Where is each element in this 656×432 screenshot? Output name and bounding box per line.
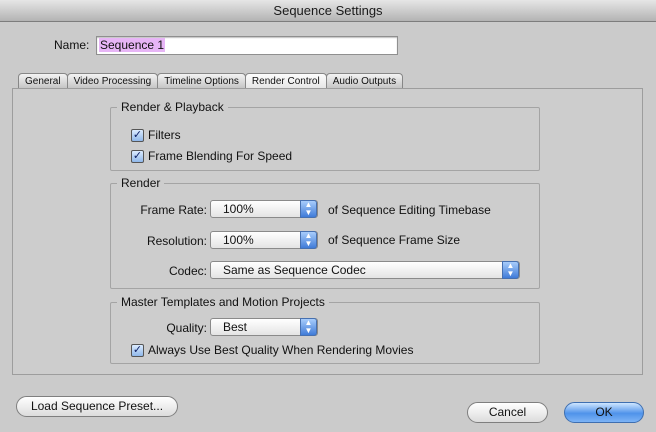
name-field[interactable]: Sequence 1 <box>96 36 398 55</box>
quality-value: Best <box>223 320 248 334</box>
render-playback-title: Render & Playback <box>117 100 228 114</box>
tab-timeline-options[interactable]: Timeline Options <box>157 73 246 89</box>
always-best-quality-checkbox[interactable]: ✓ Always Use Best Quality When Rendering… <box>131 343 413 357</box>
always-best-quality-label: Always Use Best Quality When Rendering M… <box>148 343 414 357</box>
cancel-button[interactable]: Cancel <box>467 402 548 423</box>
window-title: Sequence Settings <box>0 0 656 22</box>
frame-rate-label: Frame Rate: <box>140 203 207 217</box>
resolution-value: 100% <box>223 233 254 247</box>
load-sequence-preset-button[interactable]: Load Sequence Preset... <box>16 396 178 417</box>
codec-popup[interactable]: Same as Sequence Codec ▲ ▼ <box>210 261 520 279</box>
quality-label: Quality: <box>166 321 207 335</box>
filters-label: Filters <box>148 128 181 142</box>
updown-arrows-icon: ▲ ▼ <box>502 261 519 279</box>
updown-arrows-icon: ▲ ▼ <box>300 318 317 336</box>
resolution-label: Resolution: <box>146 234 207 248</box>
render-title: Render <box>117 176 165 190</box>
render-group: Render Frame Rate: 100% ▲ ▼ of Sequence E… <box>110 176 540 289</box>
tab-render-control[interactable]: Render Control <box>244 73 327 89</box>
quality-popup[interactable]: Best ▲ ▼ <box>210 318 318 336</box>
codec-label: Codec: <box>168 264 207 278</box>
sequence-settings-window: Sequence Settings Name: Sequence 1 Gener… <box>0 0 656 432</box>
frame-rate-value: 100% <box>223 202 254 216</box>
tab-bar: General Video Processing Timeline Option… <box>18 73 404 89</box>
frame-rate-suffix: of Sequence Editing Timebase <box>328 203 491 217</box>
frame-blending-label: Frame Blending For Speed <box>148 149 293 163</box>
tab-audio-outputs[interactable]: Audio Outputs <box>325 73 404 89</box>
render-playback-group: Render & Playback ✓ Filters ✓ Frame Blen… <box>110 100 540 171</box>
resolution-suffix: of Sequence Frame Size <box>328 233 461 247</box>
master-templates-title: Master Templates and Motion Projects <box>117 295 329 309</box>
checkmark-icon: ✓ <box>131 343 144 357</box>
tab-general[interactable]: General <box>18 73 68 89</box>
render-control-panel: Render & Playback ✓ Filters ✓ Frame Blen… <box>12 88 643 375</box>
master-templates-group: Master Templates and Motion Projects Qua… <box>110 295 540 364</box>
frame-blending-checkbox[interactable]: ✓ Frame Blending For Speed <box>131 149 292 163</box>
codec-value: Same as Sequence Codec <box>223 263 366 277</box>
resolution-popup[interactable]: 100% ▲ ▼ <box>210 231 318 249</box>
updown-arrows-icon: ▲ ▼ <box>300 200 317 218</box>
frame-rate-popup[interactable]: 100% ▲ ▼ <box>210 200 318 218</box>
name-label: Name: <box>54 38 90 52</box>
updown-arrows-icon: ▲ ▼ <box>300 231 317 249</box>
checkmark-icon: ✓ <box>131 149 144 163</box>
tab-video-processing[interactable]: Video Processing <box>66 73 159 89</box>
checkmark-icon: ✓ <box>131 128 144 142</box>
filters-checkbox[interactable]: ✓ Filters <box>131 128 181 142</box>
name-field-value: Sequence 1 <box>99 38 166 52</box>
ok-button[interactable]: OK <box>564 402 644 423</box>
